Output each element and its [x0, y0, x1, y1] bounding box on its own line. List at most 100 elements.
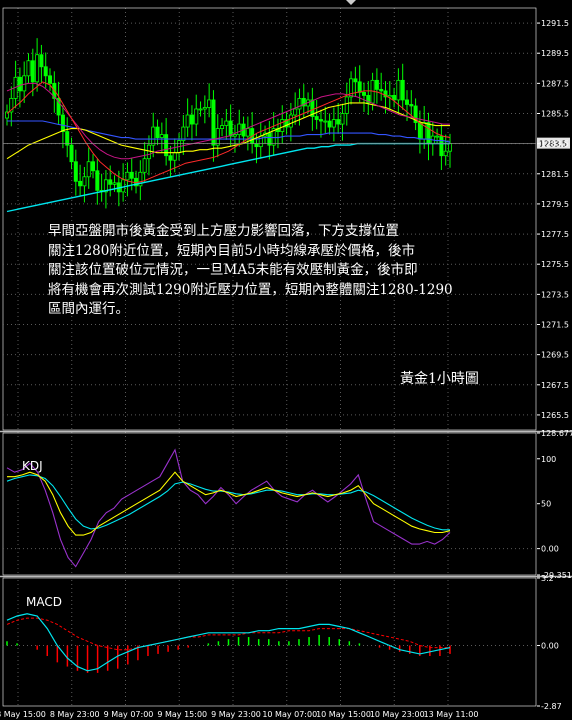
price-y-tick-label: 1275.5 — [541, 260, 569, 269]
candle-down — [353, 78, 358, 83]
candle-up — [151, 126, 156, 146]
candle-up — [297, 98, 302, 110]
candle-down — [211, 99, 216, 146]
candle-up — [112, 182, 117, 185]
kdj-y-tick-label: 128.6772 — [541, 429, 572, 438]
candle-up — [224, 120, 229, 126]
time-tick-label: 9 May 23:00 — [211, 710, 261, 719]
kdj-y-tick-label: 100 — [541, 455, 556, 464]
commentary-line-2: 關注1280附近位置，短期內目前5小時均線承壓於價格，後市 — [48, 242, 415, 259]
candle-up — [202, 107, 207, 110]
price-y-tick-label: 1265.5 — [541, 411, 569, 420]
candle-down — [392, 95, 397, 101]
candle-down — [314, 116, 319, 120]
macd-title: MACD — [26, 595, 62, 609]
candle-down — [155, 126, 160, 139]
commentary-line-4: 將有機會再次測試1290附近壓力位置，短期內整體關注1280-1290 — [48, 281, 453, 298]
candle-down — [404, 99, 409, 105]
candle-down — [189, 114, 194, 125]
time-tick-label: 9 May 07:00 — [104, 710, 154, 719]
candle-down — [129, 171, 134, 179]
price-y-tick-label: 1277.5 — [541, 230, 569, 239]
macd-y-tick-label: -2.87 — [541, 702, 562, 711]
candle-up — [194, 108, 199, 125]
candle-down — [43, 66, 48, 77]
price-y-tick-label: 1291.5 — [541, 19, 569, 28]
candle-down — [91, 161, 96, 172]
candle-up — [86, 161, 91, 178]
candle-down — [30, 60, 35, 83]
time-tick-label: 13 May 11:00 — [424, 710, 479, 719]
candle-up — [185, 114, 190, 128]
candle-up — [26, 60, 31, 77]
candle-down — [17, 76, 22, 92]
candle-down — [69, 144, 74, 163]
candle-down — [379, 88, 384, 92]
price-y-tick-label: 1273.5 — [541, 290, 569, 299]
candle-up — [288, 114, 293, 128]
candle-down — [439, 135, 444, 157]
candle-up — [293, 108, 298, 116]
time-tick-label: 10 May 15:00 — [316, 710, 371, 719]
kdj-y-tick-label: 50 — [541, 500, 551, 509]
kdj-title: KDJ — [22, 459, 43, 473]
candle-up — [22, 75, 27, 92]
candle-down — [374, 79, 379, 90]
candle-down — [409, 104, 414, 107]
price-y-tick-label: 1283.5 — [541, 140, 569, 149]
candle-down — [60, 114, 65, 132]
gold-1h-chart: 1283.5 KDJ MACD 8 May 15:00 8 May 23:00 9 … — [0, 0, 572, 720]
candle-up — [232, 134, 237, 137]
candle-up — [344, 96, 349, 114]
candle-up — [82, 176, 87, 187]
candle-up — [146, 144, 151, 160]
candle-up — [220, 125, 225, 129]
candle-up — [435, 135, 440, 138]
candle-down — [168, 155, 173, 161]
candle-up — [443, 150, 448, 157]
price-y-tick-label: 1279.5 — [541, 200, 569, 209]
candle-up — [125, 171, 130, 181]
candle-up — [121, 179, 126, 193]
commentary-line-1: 早間亞盤開市後黃金受到上方壓力影響回落，下方支撐位置 — [48, 223, 399, 239]
candle-up — [35, 54, 40, 83]
candle-down — [318, 119, 323, 122]
candle-down — [357, 81, 362, 93]
time-tick-label: 8 May 15:00 — [0, 710, 46, 719]
chart-caption: 黃金1小時圖 — [400, 371, 479, 387]
candle-down — [400, 79, 405, 101]
candle-up — [340, 113, 345, 125]
time-tick-label: 8 May 23:00 — [50, 710, 100, 719]
candle-up — [142, 158, 147, 173]
candle-down — [78, 180, 83, 187]
chart-background — [0, 0, 572, 720]
candle-down — [73, 161, 78, 182]
candle-down — [65, 131, 70, 146]
candle-up — [331, 119, 336, 128]
time-tick-label: 9 May 15:00 — [157, 710, 207, 719]
time-tick-label: 10 May 23:00 — [370, 710, 425, 719]
price-y-tick-label: 1285.5 — [541, 110, 569, 119]
price-y-tick-label: 1269.5 — [541, 351, 569, 360]
commentary-line-3: 關注該位置破位元情況，一旦MA5未能有效壓制黃金，後市即 — [48, 262, 418, 278]
candle-down — [426, 122, 431, 145]
candle-down — [254, 143, 259, 148]
candle-down — [417, 122, 422, 140]
kdj-y-tick-label: 0.00 — [541, 545, 559, 554]
commentary-line-5: 區間內運行。 — [48, 301, 129, 317]
candle-up — [237, 123, 242, 136]
candle-down — [228, 120, 233, 137]
price-y-tick-label: 1281.5 — [541, 170, 569, 179]
analysis-commentary: 早間亞盤開市後黃金受到上方壓力影響回落，下方支撐位置 關注1280附近位置，短期… — [48, 222, 508, 320]
candle-down — [327, 120, 332, 128]
candle-down — [336, 119, 341, 125]
candle-down — [95, 170, 100, 191]
macd-y-tick-label: 3.2 — [541, 574, 554, 583]
candle-up — [396, 79, 401, 101]
candle-up — [172, 152, 177, 161]
price-y-tick-label: 1289.5 — [541, 49, 569, 58]
candle-up — [323, 120, 328, 123]
candle-up — [198, 108, 203, 111]
candle-down — [39, 54, 44, 68]
candle-up — [159, 134, 164, 139]
